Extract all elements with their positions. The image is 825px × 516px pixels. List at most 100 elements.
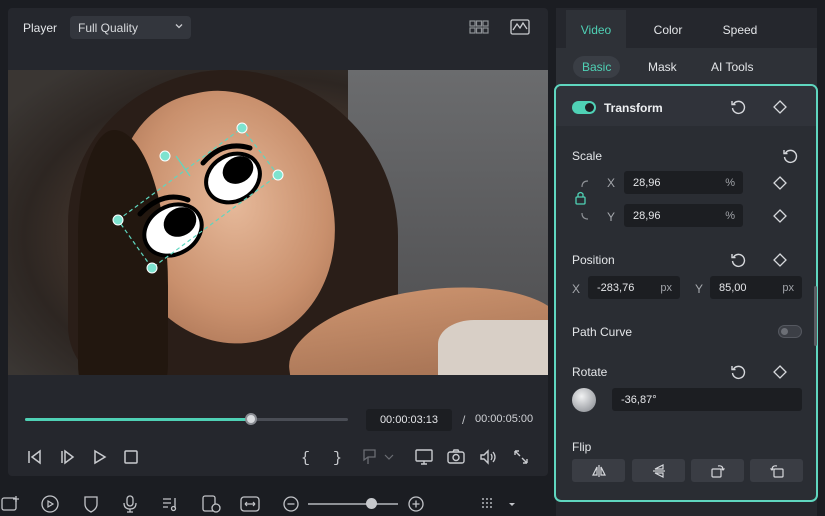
rotate-clockwise-icon <box>710 464 725 478</box>
scale-x-keyframe-icon[interactable] <box>772 175 788 191</box>
position-x-axis: X <box>572 282 581 296</box>
flip-vertical-icon <box>652 463 665 478</box>
fit-icon[interactable] <box>239 494 261 514</box>
property-tabs: Video Color Speed <box>556 8 817 48</box>
total-duration: 00:00:05:00 <box>475 413 534 425</box>
properties-scrollbar[interactable] <box>814 286 817 346</box>
scale-y-unit: % <box>725 210 735 222</box>
sub-tabs: Basic Mask AI Tools <box>556 48 817 86</box>
mark-in-icon[interactable]: { <box>294 446 316 468</box>
time-separator: / <box>462 413 466 427</box>
play-icon[interactable] <box>88 446 110 468</box>
rotate-keyframe-icon[interactable] <box>772 364 788 380</box>
scale-reset-icon[interactable] <box>782 148 798 164</box>
previous-frame-icon[interactable] <box>23 446 45 468</box>
rotate-dial[interactable] <box>572 388 596 412</box>
handle-bottom[interactable] <box>146 262 158 274</box>
transform-section: Transform Scale X 28,96 % Y 28,96 % Posi… <box>554 84 818 502</box>
scale-label: Scale <box>572 149 603 163</box>
scale-y-keyframe-icon[interactable] <box>772 208 788 224</box>
scale-x-axis: X <box>607 176 616 190</box>
rotate-handle[interactable] <box>159 150 171 162</box>
player-label: Player <box>23 21 58 35</box>
path-curve-label: Path Curve <box>572 325 633 339</box>
current-timecode[interactable]: 00:00:03:13 <box>366 409 452 431</box>
subtab-ai-tools[interactable]: AI Tools <box>702 56 762 78</box>
flip-label: Flip <box>572 440 592 454</box>
tab-speed[interactable]: Speed <box>710 10 770 48</box>
chevron-down-icon[interactable] <box>382 446 396 468</box>
rotate-counterclockwise-button[interactable] <box>750 459 803 482</box>
flip-horizontal-icon <box>591 464 606 477</box>
zoom-slider-handle[interactable] <box>366 498 377 509</box>
quality-value: Full Quality <box>78 21 139 35</box>
drag-handle-icon[interactable] <box>478 494 500 514</box>
subtab-mask[interactable]: Mask <box>639 56 686 78</box>
keyframe-icon[interactable] <box>772 99 788 115</box>
position-y-axis: Y <box>695 282 704 296</box>
handle-top[interactable] <box>236 122 248 134</box>
selection-box <box>117 127 279 269</box>
transform-toggle[interactable] <box>572 101 596 114</box>
next-frame-icon[interactable] <box>56 446 78 468</box>
path-curve-toggle[interactable] <box>778 325 802 338</box>
lock-ratio-icon[interactable] <box>572 178 598 222</box>
timeline-toolbar <box>0 486 548 516</box>
rotate-clockwise-button[interactable] <box>691 459 744 482</box>
subtab-basic[interactable]: Basic <box>573 56 621 78</box>
mark-out-icon[interactable]: } <box>326 446 348 468</box>
rotate-reset-icon[interactable] <box>730 364 746 380</box>
position-y-value: 85,00 <box>719 282 747 294</box>
position-x-value: -283,76 <box>597 282 635 294</box>
handle-left[interactable] <box>112 214 124 226</box>
scale-y-value: 28,96 <box>633 210 661 222</box>
sticker-overlay[interactable] <box>8 70 548 375</box>
video-preview[interactable] <box>8 70 548 375</box>
scale-x-field[interactable]: 28,96 % <box>624 171 743 194</box>
snapshot-icon[interactable] <box>445 446 467 468</box>
caret-down-icon[interactable] <box>506 494 518 514</box>
reset-icon[interactable] <box>730 99 746 115</box>
ai-icon[interactable] <box>39 494 61 514</box>
add-media-icon[interactable] <box>0 494 22 514</box>
svg-text:{: { <box>301 450 310 467</box>
volume-icon[interactable] <box>477 446 499 468</box>
scrubber-progress <box>25 418 252 421</box>
display-settings-icon[interactable] <box>413 446 435 468</box>
position-keyframe-icon[interactable] <box>772 252 788 268</box>
music-list-icon[interactable] <box>160 494 182 514</box>
marker-icon[interactable] <box>359 446 381 468</box>
position-y-field[interactable]: 85,00 px <box>710 276 802 299</box>
quality-dropdown[interactable]: Full Quality <box>70 16 191 39</box>
flip-horizontal-button[interactable] <box>572 459 625 482</box>
timeline-scrubber[interactable] <box>25 413 348 425</box>
scale-y-field[interactable]: 28,96 % <box>624 204 743 227</box>
handle-right[interactable] <box>272 169 284 181</box>
scrubber-handle[interactable] <box>245 413 258 425</box>
microphone-icon[interactable] <box>119 494 141 514</box>
rotate-label: Rotate <box>572 365 608 379</box>
rotate-field[interactable]: -36,87° <box>612 388 802 411</box>
fullscreen-icon[interactable] <box>510 446 532 468</box>
scale-y-axis: Y <box>607 210 616 224</box>
position-x-unit: px <box>660 282 672 294</box>
scale-x-unit: % <box>725 177 735 189</box>
position-y-unit: px <box>782 282 794 294</box>
tab-video[interactable]: Video <box>566 10 626 48</box>
transform-header: Transform <box>556 86 816 126</box>
zoom-in-icon[interactable] <box>405 494 427 514</box>
grid-view-icon[interactable] <box>468 17 490 37</box>
transform-title: Transform <box>604 101 663 115</box>
stop-icon[interactable] <box>120 446 142 468</box>
tab-color[interactable]: Color <box>638 10 698 48</box>
shield-icon[interactable] <box>80 494 102 514</box>
rotate-value: -36,87° <box>621 394 657 406</box>
scale-x-value: 28,96 <box>633 177 661 189</box>
waveform-monitor-icon[interactable] <box>509 17 531 37</box>
position-x-field[interactable]: -283,76 px <box>588 276 680 299</box>
zoom-out-icon[interactable] <box>280 494 302 514</box>
render-icon[interactable] <box>200 494 222 514</box>
position-reset-icon[interactable] <box>730 252 746 268</box>
flip-vertical-button[interactable] <box>632 459 685 482</box>
zoom-slider[interactable] <box>308 503 398 505</box>
